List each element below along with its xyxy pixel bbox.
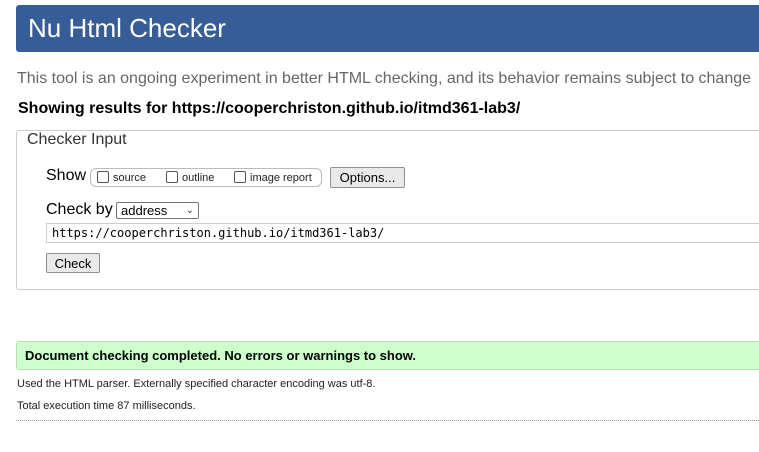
- image-report-checkbox-label: image report: [250, 172, 312, 184]
- showing-results-heading: Showing results for https://cooperchrist…: [18, 100, 520, 118]
- check-by-selected-value: address: [121, 203, 168, 218]
- outline-checkbox[interactable]: [166, 171, 178, 183]
- divider: [16, 420, 759, 421]
- show-options-group: source outline image report: [90, 168, 322, 187]
- image-report-checkbox[interactable]: [234, 171, 246, 183]
- check-button[interactable]: Check: [46, 253, 100, 273]
- showing-prefix: Showing results for: [18, 100, 172, 117]
- intro-text: This tool is an ongoing experiment in be…: [17, 70, 752, 87]
- check-by-select[interactable]: address ⌄: [116, 202, 199, 219]
- source-checkbox-label: source: [113, 172, 147, 184]
- outline-checkbox-label: outline: [182, 172, 215, 184]
- url-input[interactable]: https://cooperchriston.github.io/itmd361…: [46, 223, 759, 243]
- app-title: Nu Html Checker: [28, 13, 226, 43]
- parser-info: Used the HTML parser. Externally specifi…: [17, 378, 376, 390]
- execution-time: Total execution time 87 milliseconds.: [17, 400, 196, 412]
- success-message: Document checking completed. No errors o…: [25, 348, 417, 363]
- show-label: Show: [46, 167, 87, 184]
- options-button[interactable]: Options...: [330, 167, 405, 188]
- chevron-down-icon: ⌄: [185, 205, 194, 216]
- app-header: Nu Html Checker: [16, 5, 759, 52]
- source-checkbox[interactable]: [97, 171, 109, 183]
- checked-url: https://cooperchriston.github.io/itmd361…: [171, 100, 521, 117]
- checker-input-legend: Checker Input: [25, 131, 129, 149]
- success-message-box: Document checking completed. No errors o…: [16, 341, 759, 370]
- check-by-label: Check by: [46, 201, 113, 218]
